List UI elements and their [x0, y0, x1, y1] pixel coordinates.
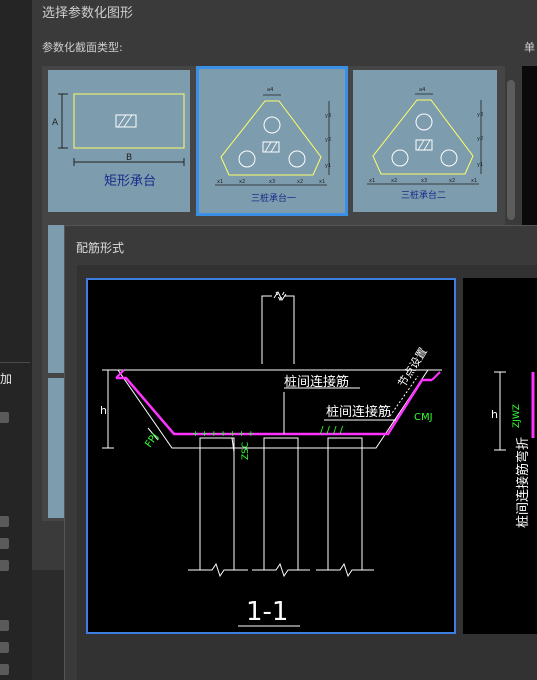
dialog-title: 配筋形式 — [76, 241, 125, 255]
svg-text:A: A — [52, 118, 59, 128]
shape-three-pile-cap-1[interactable]: a4 y3 y2 y1 x1 x2 x3 x2 x1 三桩承台一 — [196, 66, 348, 216]
svg-text:B: B — [126, 153, 132, 163]
svg-text:桩间连接筋: 桩间连接筋 — [284, 374, 349, 390]
checkbox[interactable] — [0, 412, 9, 423]
dialog-title: 选择参数化图形 — [42, 6, 134, 21]
svg-text:三桩承台一: 三桩承台一 — [251, 192, 296, 204]
background-panel — [0, 0, 32, 680]
svg-text:x2: x2 — [391, 178, 397, 184]
pile-cap-section-drawing: + + + + + + + / / / / h 桩间连接筋 桩间连接筋 节点设置… — [100, 291, 442, 627]
three-pile-cap-1-icon: a4 y3 y2 y1 x1 x2 x3 x2 x1 三桩承台一 — [215, 87, 331, 204]
divider — [0, 362, 30, 363]
shape-three-pile-cap-2[interactable]: a4 y3 y2 y1 x1 x2 x3 x2 x1 三桩承台二 — [353, 70, 497, 212]
section-type-label: 参数化截面类型: — [42, 41, 123, 54]
svg-text:x2: x2 — [449, 178, 455, 184]
svg-text:y2: y2 — [477, 136, 483, 142]
svg-text:x2: x2 — [297, 179, 303, 185]
svg-text:+ + + + + + +: + + + + + + + — [192, 429, 254, 438]
side-label: 加 — [0, 372, 13, 386]
checkbox[interactable] — [0, 664, 9, 675]
checkbox[interactable] — [0, 642, 9, 653]
svg-text:y1: y1 — [477, 162, 483, 168]
svg-text:x1: x1 — [369, 178, 375, 184]
svg-text:y3: y3 — [477, 112, 483, 118]
svg-text:h: h — [491, 408, 498, 421]
svg-text:桩间连接筋弯折: 桩间连接筋弯折 — [515, 437, 531, 528]
three-pile-cap-2-icon: a4 y3 y2 y1 x1 x2 x3 x2 x1 三桩承台二 — [367, 87, 483, 201]
checkbox[interactable] — [0, 538, 9, 549]
svg-text:x1: x1 — [217, 179, 223, 185]
svg-text:三桩承台二: 三桩承台二 — [401, 189, 446, 201]
svg-text:x3: x3 — [421, 178, 427, 184]
pile-link-bent-drawing: h ZJWZ 桩间连接筋弯折 — [491, 371, 535, 528]
svg-text:a4: a4 — [419, 87, 425, 93]
rebar-drawing-main[interactable]: + + + + + + + / / / / h 桩间连接筋 桩间连接筋 节点设置… — [86, 278, 456, 634]
svg-text:x2: x2 — [239, 179, 245, 185]
svg-text:a4: a4 — [267, 87, 273, 93]
svg-text:矩形承台: 矩形承台 — [104, 174, 156, 189]
scrollbar-thumb[interactable] — [507, 80, 515, 220]
svg-text:y3: y3 — [325, 113, 331, 119]
svg-text:ZJWZ: ZJWZ — [512, 404, 522, 428]
rect-cap-icon: A B 矩形承台 — [52, 93, 185, 189]
svg-text:x1: x1 — [471, 178, 477, 184]
svg-text:ZSC: ZSC — [241, 442, 251, 460]
checkbox[interactable] — [0, 516, 9, 527]
svg-text:y1: y1 — [325, 163, 331, 169]
checkbox[interactable] — [0, 620, 9, 631]
shape-rect-cap[interactable]: A B 矩形承台 — [48, 70, 190, 212]
svg-text:y2: y2 — [325, 137, 331, 143]
svg-text:桩间连接筋: 桩间连接筋 — [326, 404, 391, 420]
rebar-drawing-second[interactable]: h ZJWZ 桩间连接筋弯折 — [463, 278, 537, 634]
svg-text:1-1: 1-1 — [246, 597, 288, 627]
svg-text:x3: x3 — [269, 179, 275, 185]
checkbox[interactable] — [0, 560, 9, 571]
svg-text:h: h — [100, 404, 107, 417]
svg-text:x1: x1 — [319, 179, 325, 185]
svg-text:FPJ: FPJ — [143, 431, 160, 449]
svg-text:/ / / /: / / / / — [320, 425, 344, 436]
svg-text:CMJ: CMJ — [414, 412, 433, 423]
right-label: 单 — [524, 41, 535, 54]
